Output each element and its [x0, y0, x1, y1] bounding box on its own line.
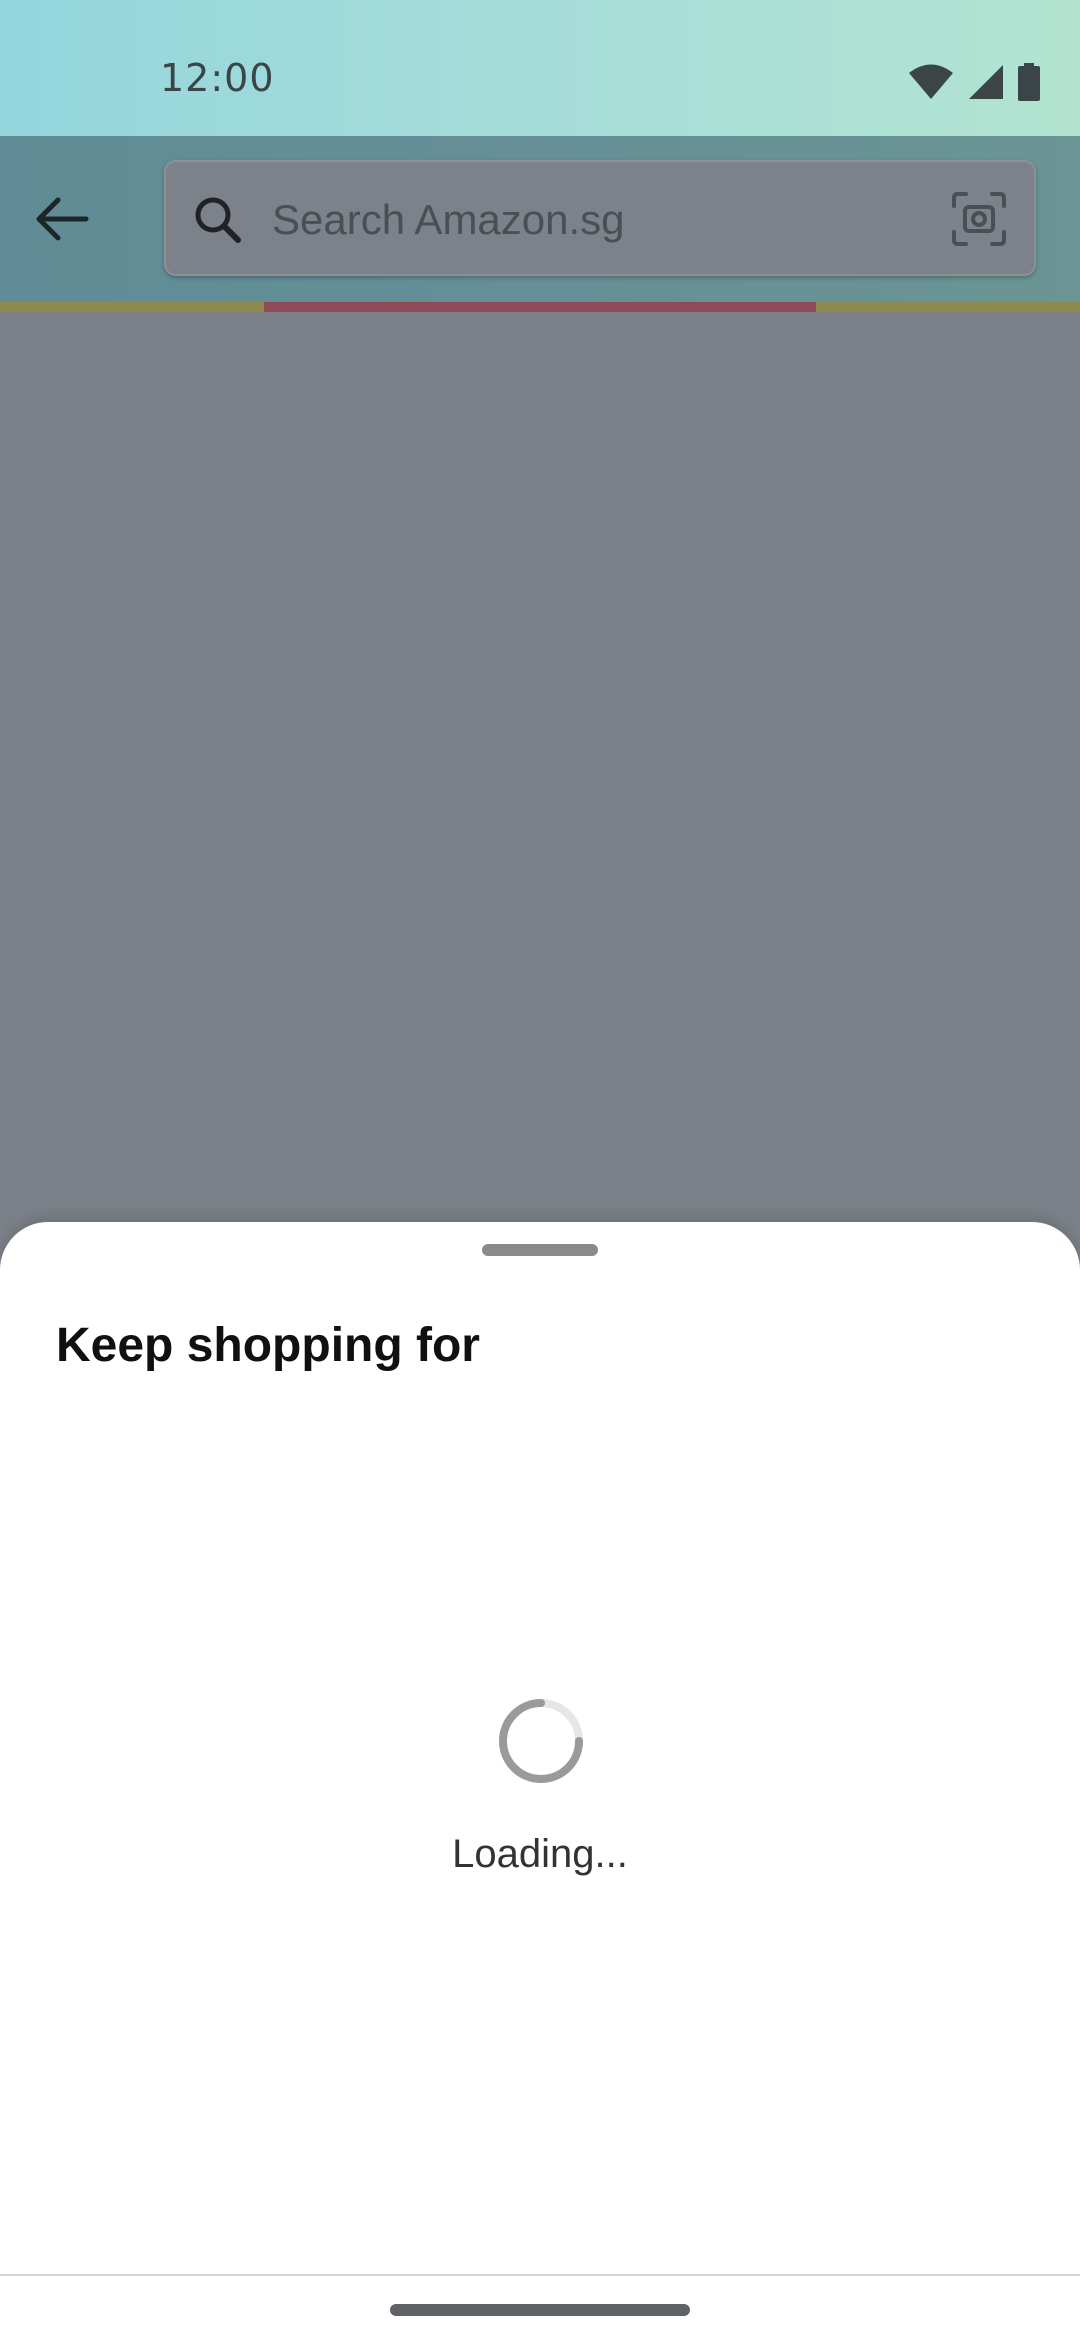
wifi-icon	[909, 64, 953, 99]
status-icons	[908, 60, 1040, 104]
app-toolbar: Search Amazon.sg	[0, 136, 1080, 302]
sheet-drag-handle[interactable]	[482, 1244, 598, 1256]
cellular-signal-icon	[969, 65, 1003, 99]
loading-spinner-icon	[499, 1699, 583, 1783]
search-icon	[195, 197, 241, 243]
home-indicator[interactable]	[390, 2304, 690, 2316]
page-load-progress	[0, 302, 1080, 312]
dimmed-page-scrim[interactable]	[0, 312, 1080, 1312]
battery-icon	[1018, 63, 1040, 101]
progress-segment	[264, 302, 816, 312]
status-bar: 12:00	[0, 0, 1080, 136]
camera-icon[interactable]	[950, 190, 1008, 248]
search-bar[interactable]: Search Amazon.sg	[164, 160, 1036, 276]
sheet-title: Keep shopping for	[56, 1319, 480, 1372]
status-time: 12:00	[160, 56, 275, 100]
keep-shopping-sheet: Keep shopping for Loading...	[0, 1222, 1080, 2274]
loading-text: Loading...	[452, 1832, 628, 1876]
system-nav-bar	[0, 2274, 1080, 2340]
search-input[interactable]: Search Amazon.sg	[272, 196, 625, 244]
arrow-left-icon[interactable]	[30, 187, 94, 251]
